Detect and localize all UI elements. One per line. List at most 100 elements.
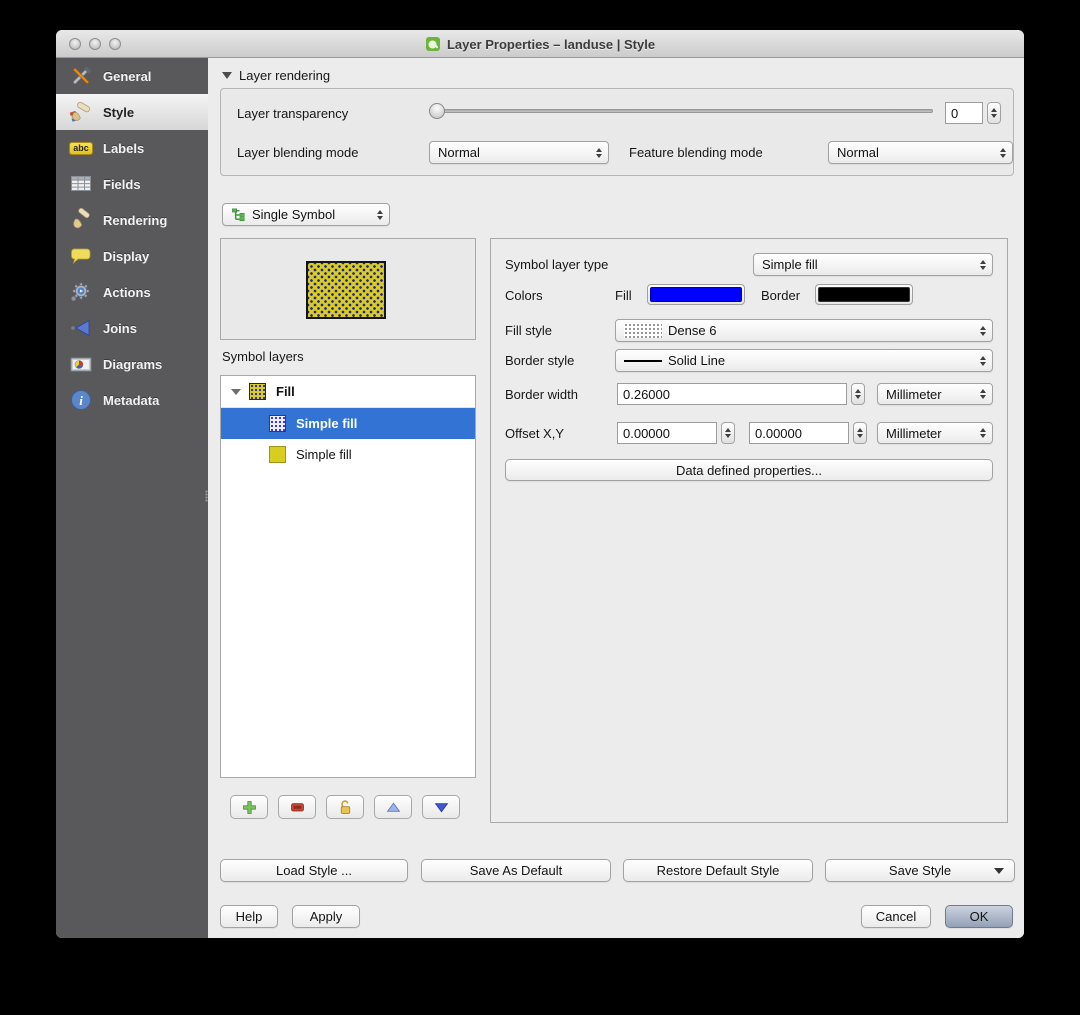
symbol-layer-type-select[interactable]: Simple fill [753, 253, 993, 276]
layer-blending-mode-label: Layer blending mode [237, 145, 359, 160]
down-triangle-icon [434, 802, 448, 812]
apply-button[interactable]: Apply [292, 905, 360, 928]
border-color-button[interactable] [815, 284, 913, 305]
move-layer-up-button[interactable] [374, 795, 412, 819]
sidebar-label: Actions [103, 284, 151, 300]
sidebar-item-metadata[interactable]: i Metadata [56, 382, 208, 418]
offset-x-stepper[interactable] [721, 422, 735, 444]
stepper-down-icon [725, 434, 731, 438]
sidebar-item-style[interactable]: Style [56, 94, 208, 130]
abc-label-icon: abc [68, 136, 94, 160]
gear-icon [68, 280, 94, 304]
load-style-label: Load Style ... [276, 863, 352, 878]
sidebar-item-actions[interactable]: Actions [56, 274, 208, 310]
ok-button[interactable]: OK [945, 905, 1013, 928]
fill-style-select[interactable]: Dense 6 [615, 319, 993, 342]
save-as-default-label: Save As Default [469, 863, 563, 878]
style-tab-content: Layer rendering Layer transparency Layer… [208, 58, 1024, 938]
up-triangle-icon [386, 802, 400, 812]
restore-default-style-label: Restore Default Style [656, 863, 780, 878]
cancel-button[interactable]: Cancel [861, 905, 931, 928]
offset-y-input[interactable] [749, 422, 849, 444]
symbol-layers-header: Symbol layers [222, 349, 304, 364]
offset-y-stepper[interactable] [853, 422, 867, 444]
popup-arrows-icon [980, 325, 986, 336]
save-style-button[interactable]: Save Style [825, 859, 1015, 882]
load-style-button[interactable]: Load Style ... [220, 859, 408, 882]
help-button[interactable]: Help [220, 905, 278, 928]
tree-row-label: Fill [276, 384, 295, 399]
renderer-type-select[interactable]: Single Symbol [222, 203, 390, 226]
offset-label: Offset X,Y [505, 426, 565, 441]
stepper-down-icon [857, 434, 863, 438]
layer-rendering-groupbox: Layer transparency Layer blending mode N… [220, 88, 1014, 176]
expand-triangle-icon[interactable] [231, 388, 241, 395]
popup-arrows-icon [980, 259, 986, 270]
sidebar-item-general[interactable]: General [56, 58, 208, 94]
offset-x-input[interactable] [617, 422, 717, 444]
layer-transparency-input[interactable] [945, 102, 983, 124]
sidebar-label: Joins [103, 320, 137, 336]
stepper-up-icon [991, 108, 997, 112]
fill-style-label: Fill style [505, 323, 552, 338]
fill-color-label: Fill [615, 288, 632, 303]
tree-row-fill[interactable]: Fill [221, 376, 475, 408]
layer-transparency-slider[interactable] [429, 103, 933, 119]
layer-transparency-stepper[interactable] [987, 102, 1001, 124]
slider-track[interactable] [429, 109, 933, 113]
speech-bubble-icon [68, 244, 94, 268]
svg-text:i: i [79, 393, 83, 408]
solid-line-swatch [624, 359, 662, 362]
border-width-input[interactable] [617, 383, 847, 405]
sidebar-item-labels[interactable]: abc Labels [56, 130, 208, 166]
sidebar-label: Fields [103, 176, 141, 192]
symbol-preview-box [220, 238, 476, 340]
move-layer-down-button[interactable] [422, 795, 460, 819]
stepper-up-icon [857, 428, 863, 432]
title-bar: Layer Properties – landuse | Style [56, 30, 1024, 58]
tree-row-simple-fill-selected[interactable]: Simple fill [221, 408, 475, 439]
sidebar-label: General [103, 68, 152, 84]
popup-arrows-icon [980, 428, 986, 438]
save-as-default-button[interactable]: Save As Default [421, 859, 611, 882]
border-width-unit-value: Millimeter [886, 386, 942, 402]
layer-blending-mode-value: Normal [438, 145, 480, 160]
remove-symbol-layer-button[interactable] [278, 795, 316, 819]
slider-handle[interactable] [429, 103, 445, 119]
border-color-swatch [818, 287, 910, 302]
sidebar-label: Metadata [103, 392, 160, 408]
fill-style-value: Dense 6 [668, 323, 717, 338]
border-width-unit-select[interactable]: Millimeter [877, 383, 993, 405]
offset-unit-select[interactable]: Millimeter [877, 422, 993, 444]
qgis-logo-icon [425, 36, 441, 52]
stepper-up-icon [855, 389, 861, 393]
stepper-down-icon [991, 114, 997, 118]
tree-row-simple-fill[interactable]: Simple fill [221, 439, 475, 470]
popup-arrows-icon [980, 389, 986, 399]
properties-sidebar: General Style abc Labels Fields Renderin… [56, 58, 208, 938]
data-defined-properties-button[interactable]: Data defined properties... [505, 459, 993, 481]
feature-blending-mode-select[interactable]: Normal [828, 141, 1013, 164]
table-icon [68, 172, 94, 196]
tree-row-label: Simple fill [296, 447, 352, 462]
join-arrow-icon [68, 316, 94, 340]
lock-colors-button[interactable] [326, 795, 364, 819]
help-label: Help [235, 909, 263, 924]
data-defined-properties-label: Data defined properties... [676, 462, 822, 478]
sidebar-item-diagrams[interactable]: Diagrams [56, 346, 208, 382]
fill-color-swatch [650, 287, 742, 302]
cancel-label: Cancel [875, 909, 917, 924]
sidebar-item-joins[interactable]: Joins [56, 310, 208, 346]
sidebar-item-display[interactable]: Display [56, 238, 208, 274]
colors-label: Colors [505, 288, 543, 303]
border-style-select[interactable]: Solid Line [615, 349, 993, 372]
fill-color-button[interactable] [647, 284, 745, 305]
sidebar-item-rendering[interactable]: Rendering [56, 202, 208, 238]
layer-blending-mode-select[interactable]: Normal [429, 141, 609, 164]
paintbrush-icon [68, 100, 94, 124]
sidebar-item-fields[interactable]: Fields [56, 166, 208, 202]
add-symbol-layer-button[interactable] [230, 795, 268, 819]
border-width-stepper[interactable] [851, 383, 865, 405]
layer-rendering-section-header[interactable]: Layer rendering [222, 68, 330, 83]
restore-default-style-button[interactable]: Restore Default Style [623, 859, 813, 882]
